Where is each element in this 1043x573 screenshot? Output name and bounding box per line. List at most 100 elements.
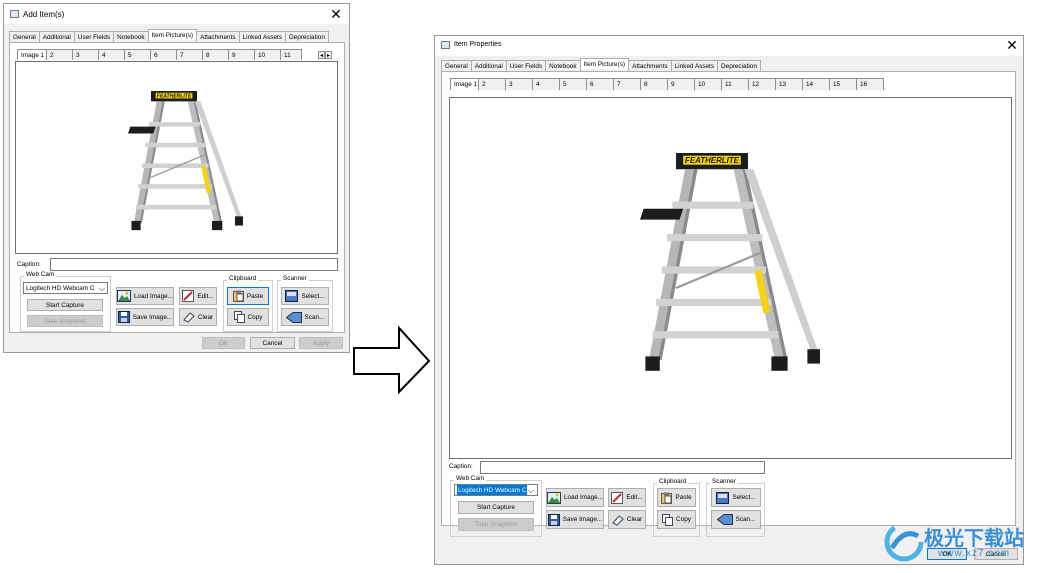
paste-button[interactable]: Paste: [657, 488, 696, 507]
load-image-button[interactable]: Load Image...: [116, 287, 174, 305]
clear-button[interactable]: Clear: [608, 510, 646, 529]
image-tab-11[interactable]: 11: [721, 78, 749, 90]
tab-linked-assets[interactable]: Linked Assets: [238, 31, 287, 42]
edit-button[interactable]: Edit...: [608, 488, 646, 507]
scanner-select-button[interactable]: Select...: [281, 287, 329, 305]
image-tab-16[interactable]: 16: [856, 78, 884, 90]
tab-attachments[interactable]: Attachments: [196, 31, 240, 42]
edit-label: Edit...: [626, 494, 643, 501]
tab-user-fields[interactable]: User Fields: [73, 31, 115, 42]
paste-icon: [661, 492, 673, 504]
image-tab-6[interactable]: 6: [586, 78, 614, 90]
tab-general[interactable]: General: [9, 31, 40, 42]
image-tab-10[interactable]: 10: [254, 49, 281, 60]
caption-input[interactable]: [50, 258, 338, 271]
image-tab-3[interactable]: 3: [505, 78, 533, 90]
scan-icon: [716, 514, 733, 525]
tab-general[interactable]: General: [441, 60, 472, 71]
caption-label: Caption:: [17, 261, 41, 268]
save-image-button[interactable]: Save Image...: [546, 510, 604, 529]
image-tab-5[interactable]: 5: [559, 78, 587, 90]
image-tab-8[interactable]: 8: [640, 78, 668, 90]
webcam-device-select[interactable]: Logitech HD Webcam C ⌵: [454, 484, 538, 496]
image-tab-14[interactable]: 14: [802, 78, 830, 90]
dialog-titlebar: Add Item(s) ✕: [4, 4, 349, 24]
tab-notebook[interactable]: Notebook: [545, 60, 581, 71]
tab-additional[interactable]: Additional: [38, 31, 75, 42]
take-snapshot-button[interactable]: Take Snapshot: [27, 315, 103, 327]
ladder-image: FEATHERLITE: [128, 72, 243, 248]
image-tab-9[interactable]: 9: [228, 49, 255, 60]
ok-button[interactable]: OK: [202, 337, 245, 349]
webcam-device-select[interactable]: Logitech HD Webcam C ⌵: [23, 282, 108, 294]
image-tab-10[interactable]: 10: [694, 78, 722, 90]
tab-item-pictures[interactable]: Item Picture(s): [147, 29, 198, 40]
tab-linked-assets[interactable]: Linked Assets: [670, 60, 719, 71]
item-pictures-panel: Image 1 2 3 4 5 6 7 8 9 10 11 ◂ ▸ FEATHE…: [9, 42, 345, 333]
tab-item-pictures[interactable]: Item Picture(s): [579, 58, 630, 69]
image-tab-5[interactable]: 5: [124, 49, 151, 60]
image-tab-3[interactable]: 3: [72, 49, 99, 60]
eraser-icon: [183, 312, 195, 323]
copy-button[interactable]: Copy: [227, 308, 269, 326]
chevron-down-icon: ⌵: [526, 485, 535, 495]
clear-label: Clear: [197, 313, 214, 321]
caption-input[interactable]: [480, 461, 765, 474]
scan-button[interactable]: Scan...: [281, 308, 329, 326]
apply-button[interactable]: Apply: [299, 337, 343, 349]
copy-icon: [662, 513, 674, 526]
image-tab-12[interactable]: 12: [748, 78, 776, 90]
ladder-label: FEATHERLITE: [157, 93, 192, 99]
edit-icon: [182, 290, 195, 302]
copy-button[interactable]: Copy: [657, 510, 696, 529]
clipboard-group-label: Clipboard: [657, 478, 689, 485]
tab-notebook[interactable]: Notebook: [113, 31, 149, 42]
image-tab-4[interactable]: 4: [98, 49, 125, 60]
watermark-title: 极光下载站: [924, 526, 1024, 550]
image-tab-7[interactable]: 7: [176, 49, 203, 60]
cancel-button[interactable]: Cancel: [250, 337, 295, 349]
take-snapshot-button[interactable]: Take Snapshot: [458, 518, 534, 531]
edit-label: Edit...: [197, 292, 214, 300]
paste-button[interactable]: Paste: [227, 287, 269, 305]
image-tab-9[interactable]: 9: [667, 78, 695, 90]
image-tab-4[interactable]: 4: [532, 78, 560, 90]
start-capture-button[interactable]: Start Capture: [458, 501, 534, 514]
image-tab-15[interactable]: 15: [829, 78, 857, 90]
window-title: Item Properties: [454, 41, 502, 48]
watermark: 极光下载站 www.xz7.com: [884, 522, 1036, 566]
load-image-button[interactable]: Load Image...: [546, 488, 604, 507]
tab-depreciation[interactable]: Depreciation: [285, 31, 329, 42]
scan-icon: [285, 311, 302, 323]
scroll-left-icon[interactable]: ◂: [318, 51, 325, 59]
scan-button[interactable]: Scan...: [711, 510, 761, 529]
edit-button[interactable]: Edit...: [179, 287, 217, 305]
tab-attachments[interactable]: Attachments: [628, 60, 672, 71]
image-tab-8[interactable]: 8: [202, 49, 229, 60]
image-tab-1[interactable]: Image 1: [450, 78, 479, 90]
paste-label: Paste: [675, 494, 692, 501]
tab-depreciation[interactable]: Depreciation: [717, 60, 761, 71]
image-tab-6[interactable]: 6: [150, 49, 177, 60]
image-tab-7[interactable]: 7: [613, 78, 641, 90]
scroll-right-icon[interactable]: ▸: [325, 51, 332, 59]
close-icon[interactable]: ✕: [329, 7, 343, 21]
tab-additional[interactable]: Additional: [470, 60, 507, 71]
copy-label: Copy: [247, 313, 263, 321]
clear-button[interactable]: Clear: [179, 308, 217, 326]
image-tab-1[interactable]: Image 1: [17, 49, 47, 60]
dialog-titlebar: Item Properties ✕: [435, 36, 1023, 56]
copy-label: Copy: [676, 516, 691, 523]
image-tab-11[interactable]: 11: [280, 49, 302, 60]
paste-label: Paste: [246, 292, 264, 300]
image-tab-2[interactable]: 2: [478, 78, 506, 90]
image-tab-13[interactable]: 13: [775, 78, 803, 90]
scanner-select-button[interactable]: Select...: [711, 488, 761, 507]
window-title: Add Item(s): [23, 10, 65, 19]
close-icon[interactable]: ✕: [1005, 38, 1019, 52]
tab-user-fields[interactable]: User Fields: [505, 60, 547, 71]
watermark-url: www.xz7.com: [938, 548, 1011, 559]
start-capture-button[interactable]: Start Capture: [27, 299, 103, 311]
image-tab-2[interactable]: 2: [46, 49, 73, 60]
save-image-button[interactable]: Save Image...: [116, 308, 174, 326]
